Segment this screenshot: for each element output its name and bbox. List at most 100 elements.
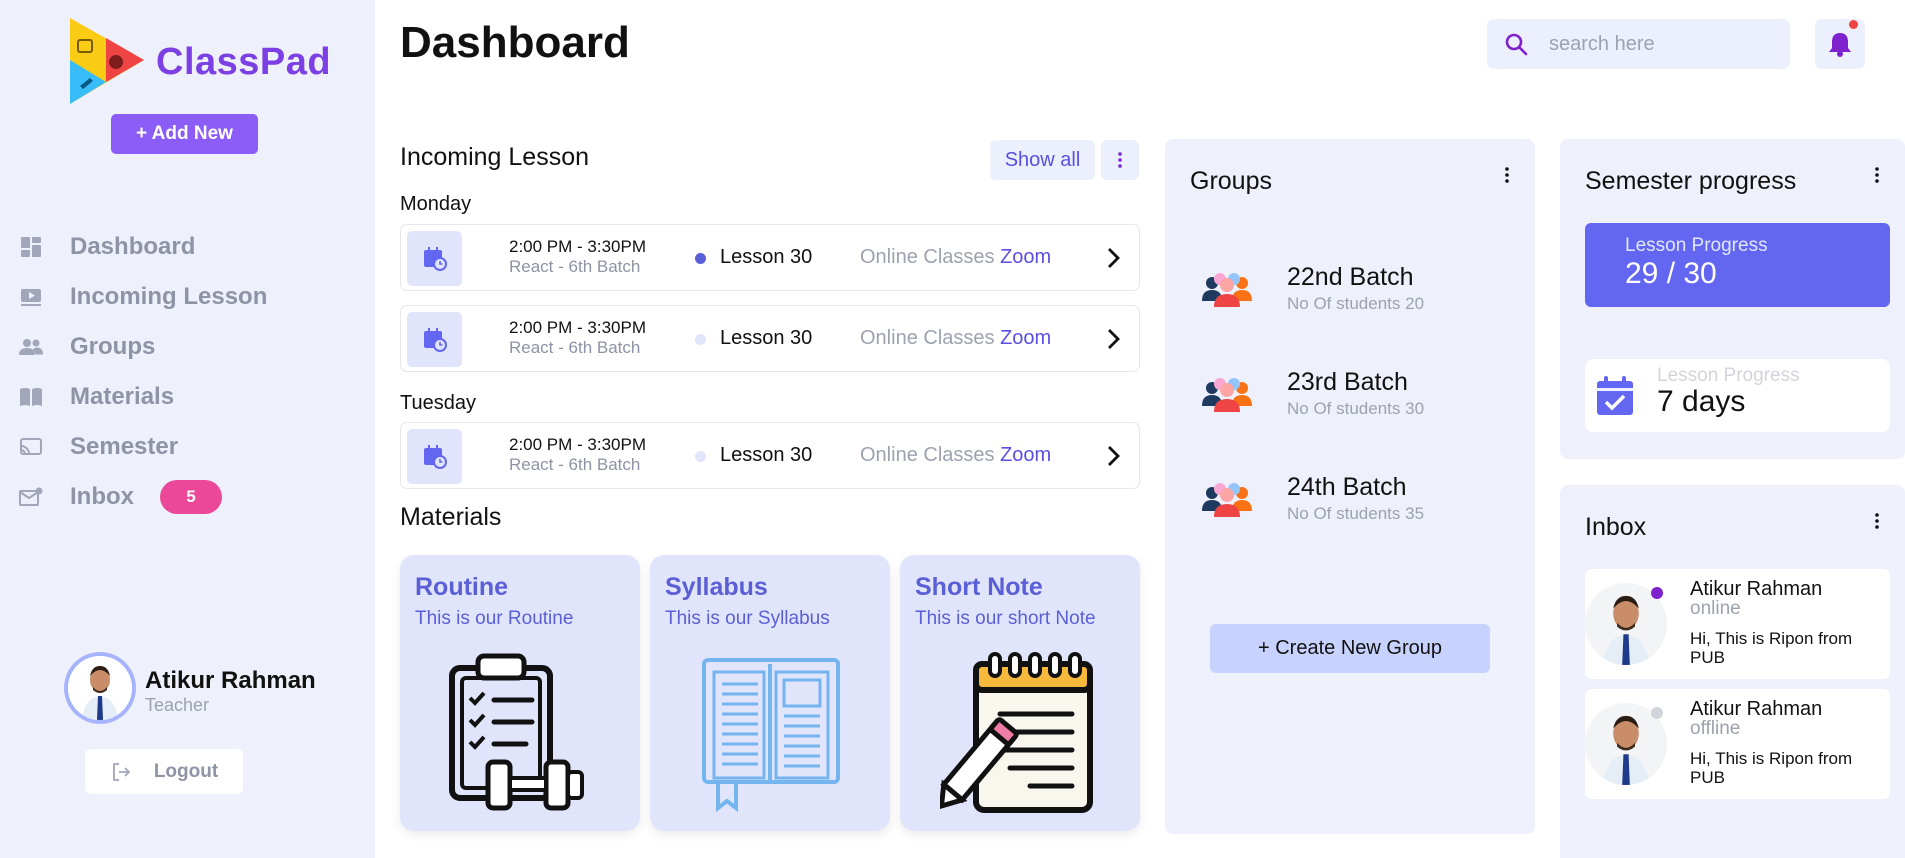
- group-students: No Of students 30: [1287, 399, 1425, 418]
- chevron-right-icon[interactable]: [1101, 443, 1125, 469]
- show-all-button[interactable]: Show all: [990, 140, 1095, 180]
- inbox-panel: Inbox Atikur Rahman online Hi, This is R…: [1560, 485, 1905, 858]
- kebab-menu-icon: [1118, 152, 1122, 168]
- sidebar-item-materials[interactable]: Materials: [18, 372, 358, 422]
- lesson-progress-card: Lesson Progress 29 / 30: [1585, 223, 1890, 307]
- calendar-clock-icon: [407, 429, 462, 484]
- bell-icon: [1829, 33, 1851, 57]
- group-item[interactable]: 23rd Batch No Of students 30: [1200, 366, 1520, 426]
- lesson-row[interactable]: 2:00 PM - 3:30PM React - 6th Batch Lesso…: [400, 305, 1140, 372]
- sidebar-item-groups[interactable]: Groups: [18, 322, 358, 372]
- group-people-icon: [1202, 378, 1252, 412]
- sidebar-item-inbox[interactable]: Inbox 5: [18, 472, 358, 522]
- notification-dot: [1849, 20, 1858, 29]
- search-icon[interactable]: [1501, 29, 1531, 59]
- zoom-link[interactable]: Zoom: [1000, 246, 1051, 268]
- lesson-name: Lesson 30: [720, 246, 813, 268]
- lesson-name: Lesson 30: [720, 327, 813, 349]
- lesson-time: 2:00 PM - 3:30PM: [509, 318, 647, 337]
- group-item[interactable]: 24th Batch No Of students 35: [1200, 471, 1520, 531]
- groups-panel: Groups 22nd Batch No Of students 20 23rd…: [1165, 139, 1535, 834]
- chevron-right-icon[interactable]: [1101, 326, 1125, 352]
- chevron-right-icon[interactable]: [1101, 245, 1125, 271]
- add-new-button[interactable]: + Add New: [111, 114, 258, 154]
- brand-logo[interactable]: ClassPad: [66, 16, 336, 112]
- message-item[interactable]: Atikur Rahman offline Hi, This is Ripon …: [1585, 689, 1890, 799]
- kebab-menu-icon[interactable]: [1871, 163, 1883, 187]
- lesson-mode-text: Online Classes: [860, 246, 995, 268]
- lesson-mode: Online Classes Zoom: [860, 246, 1051, 269]
- sidebar-item-incoming-lesson[interactable]: Incoming Lesson: [18, 272, 358, 322]
- lesson-row[interactable]: 2:00 PM - 3:30PM React - 6th Batch Lesso…: [400, 224, 1140, 291]
- material-card-short-note[interactable]: Short Note This is our short Note: [900, 555, 1140, 831]
- sidebar-item-label: Semester: [70, 433, 179, 460]
- lesson-progress-label: Lesson Progress: [1625, 235, 1768, 256]
- incoming-more-button[interactable]: [1101, 140, 1139, 180]
- people-icon: [18, 334, 44, 360]
- sidebar-item-label: Incoming Lesson: [70, 283, 268, 310]
- offline-status-dot: [1651, 707, 1663, 719]
- page-title: Dashboard: [400, 18, 630, 67]
- lesson-row[interactable]: 2:00 PM - 3:30PM React - 6th Batch Lesso…: [400, 422, 1140, 489]
- notepad-pencil-icon: [940, 652, 1093, 813]
- material-desc: This is our Routine: [415, 608, 574, 629]
- materials-title: Materials: [400, 503, 502, 531]
- clipboard-fitness-icon: [449, 653, 584, 811]
- sender-status: offline: [1690, 718, 1741, 739]
- lesson-name: Lesson 30: [720, 444, 813, 466]
- message-item[interactable]: Atikur Rahman online Hi, This is Ripon f…: [1585, 569, 1890, 679]
- user-name: Atikur Rahman: [145, 667, 316, 694]
- calendar-clock-icon: [407, 312, 462, 367]
- material-title: Short Note: [915, 573, 1043, 601]
- group-item[interactable]: 22nd Batch No Of students 20: [1200, 261, 1520, 321]
- sidebar-item-semester[interactable]: Semester: [18, 422, 358, 472]
- logout-button[interactable]: Logout: [85, 749, 243, 794]
- day-label: Tuesday: [400, 392, 476, 414]
- message-preview: Hi, This is Ripon from PUB: [1690, 749, 1853, 787]
- material-card-syllabus[interactable]: Syllabus This is our Syllabus: [650, 555, 890, 831]
- notifications-button[interactable]: [1815, 19, 1865, 69]
- semester-title: Semester progress: [1585, 167, 1797, 195]
- search-bar[interactable]: [1487, 19, 1790, 69]
- semester-panel: Semester progress Lesson Progress 29 / 3…: [1560, 139, 1905, 459]
- kebab-menu-icon[interactable]: [1871, 509, 1883, 533]
- sidebar-item-dashboard[interactable]: Dashboard: [18, 222, 358, 272]
- incoming-lesson-title: Incoming Lesson: [400, 143, 590, 171]
- group-people-icon: [1202, 273, 1252, 307]
- material-desc: This is our Syllabus: [665, 608, 830, 629]
- message-preview: Hi, This is Ripon from PUB: [1690, 629, 1853, 667]
- lesson-status-dot: [695, 253, 706, 264]
- lesson-status-dot: [695, 451, 706, 462]
- user-profile[interactable]: Atikur Rahman Teacher: [64, 652, 344, 726]
- zoom-link[interactable]: Zoom: [1000, 444, 1051, 466]
- zoom-link[interactable]: Zoom: [1000, 327, 1051, 349]
- lesson-status-dot: [695, 334, 706, 345]
- days-remaining-card: Lesson Progress 7 days: [1585, 359, 1890, 432]
- material-title: Routine: [415, 573, 509, 601]
- sender-status: online: [1690, 598, 1741, 619]
- user-photo-icon: [68, 656, 132, 720]
- mail-icon: [18, 484, 44, 510]
- days-value: 7 days: [1657, 385, 1746, 418]
- play-logo-icon: [70, 18, 144, 104]
- create-group-button[interactable]: + Create New Group: [1210, 624, 1490, 673]
- user-role: Teacher: [145, 695, 210, 715]
- open-book-icon: [702, 658, 840, 813]
- group-people-icon: [1202, 483, 1252, 517]
- sidebar-nav: Dashboard Incoming Lesson Groups Materia…: [18, 222, 358, 522]
- lesson-batch: React - 6th Batch: [509, 338, 641, 357]
- sidebar-item-label: Groups: [70, 333, 156, 360]
- lesson-mode-text: Online Classes: [860, 444, 995, 466]
- lesson-batch: React - 6th Batch: [509, 455, 641, 474]
- kebab-menu-icon[interactable]: [1501, 163, 1513, 187]
- material-card-routine[interactable]: Routine This is our Routine: [400, 555, 640, 831]
- group-name: 23rd Batch: [1287, 368, 1408, 396]
- brand-name: ClassPad: [156, 41, 332, 83]
- search-input[interactable]: [1549, 32, 1779, 56]
- groups-title: Groups: [1190, 167, 1272, 195]
- sidebar-item-label: Inbox: [70, 483, 134, 510]
- group-name: 22nd Batch: [1287, 263, 1414, 291]
- online-status-dot: [1651, 587, 1663, 599]
- group-students: No Of students 35: [1287, 504, 1425, 523]
- avatar: [64, 652, 136, 724]
